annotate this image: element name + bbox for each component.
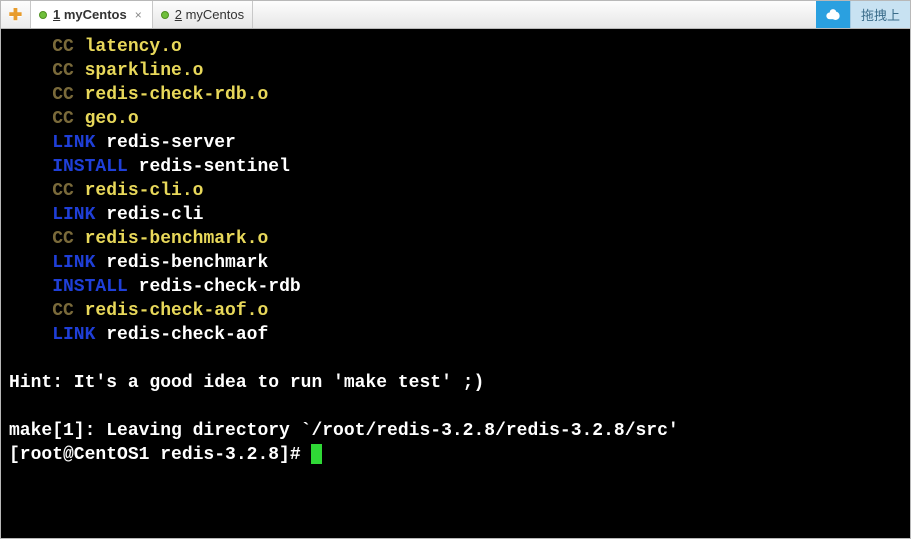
build-tag: CC [52,85,74,105]
output-line: LINK redis-benchmark [9,251,902,275]
build-tag: LINK [52,205,95,225]
output-line: LINK redis-cli [9,203,902,227]
status-dot-icon [161,11,169,19]
build-target: redis-cli.o [85,181,204,201]
build-target: geo.o [85,109,139,129]
shell-prompt: [root@CentOS1 redis-3.2.8]# [9,445,311,465]
build-tag: INSTALL [52,157,128,177]
build-tag: LINK [52,133,95,153]
toolbar-right: 拖拽上 [816,1,910,28]
build-tag: CC [52,37,74,57]
close-icon[interactable]: × [133,8,144,22]
build-target: latency.o [85,37,182,57]
build-tag: CC [52,61,74,81]
output-line: INSTALL redis-sentinel [9,155,902,179]
build-target: redis-check-rdb [139,277,301,297]
build-tag: CC [52,181,74,201]
build-target: redis-benchmark [106,253,268,273]
drag-hint[interactable]: 拖拽上 [850,1,910,28]
build-target: redis-check-aof [106,325,268,345]
tab-bar: ✚ 1 myCentos × 2 myCentos 拖拽上 [1,1,910,29]
output-line: CC redis-cli.o [9,179,902,203]
build-target: sparkline.o [85,61,204,81]
build-target: redis-server [106,133,236,153]
terminal[interactable]: CC latency.o CC sparkline.o CC redis-che… [1,29,910,538]
cursor [311,444,322,464]
plus-icon: ✚ [9,5,22,25]
build-tag: LINK [52,253,95,273]
build-tag: LINK [52,325,95,345]
new-tab-button[interactable]: ✚ [1,1,31,28]
build-target: redis-cli [106,205,203,225]
output-line: CC redis-check-rdb.o [9,83,902,107]
output-line: CC sparkline.o [9,59,902,83]
tab-2[interactable]: 2 myCentos [153,1,253,28]
build-tag: CC [52,301,74,321]
cloud-button[interactable] [816,1,850,28]
build-tag: CC [52,229,74,249]
build-target: redis-check-aof.o [85,301,269,321]
output-line: LINK redis-check-aof [9,323,902,347]
cloud-icon [823,5,843,25]
output-line: INSTALL redis-check-rdb [9,275,902,299]
tab-label: 1 myCentos [53,7,127,22]
tab-1[interactable]: 1 myCentos × [31,1,153,28]
output-line: CC latency.o [9,35,902,59]
build-target: redis-check-rdb.o [85,85,269,105]
build-tag: CC [52,109,74,129]
make-leave-text: make[1]: Leaving directory `/root/redis-… [9,419,902,443]
tab-label: 2 myCentos [175,7,244,22]
output-line: CC geo.o [9,107,902,131]
output-line: CC redis-benchmark.o [9,227,902,251]
output-line: CC redis-check-aof.o [9,299,902,323]
build-target: redis-benchmark.o [85,229,269,249]
hint-text: Hint: It's a good idea to run 'make test… [9,371,902,395]
build-tag: INSTALL [52,277,128,297]
build-target: redis-sentinel [139,157,290,177]
status-dot-icon [39,11,47,19]
output-line: LINK redis-server [9,131,902,155]
